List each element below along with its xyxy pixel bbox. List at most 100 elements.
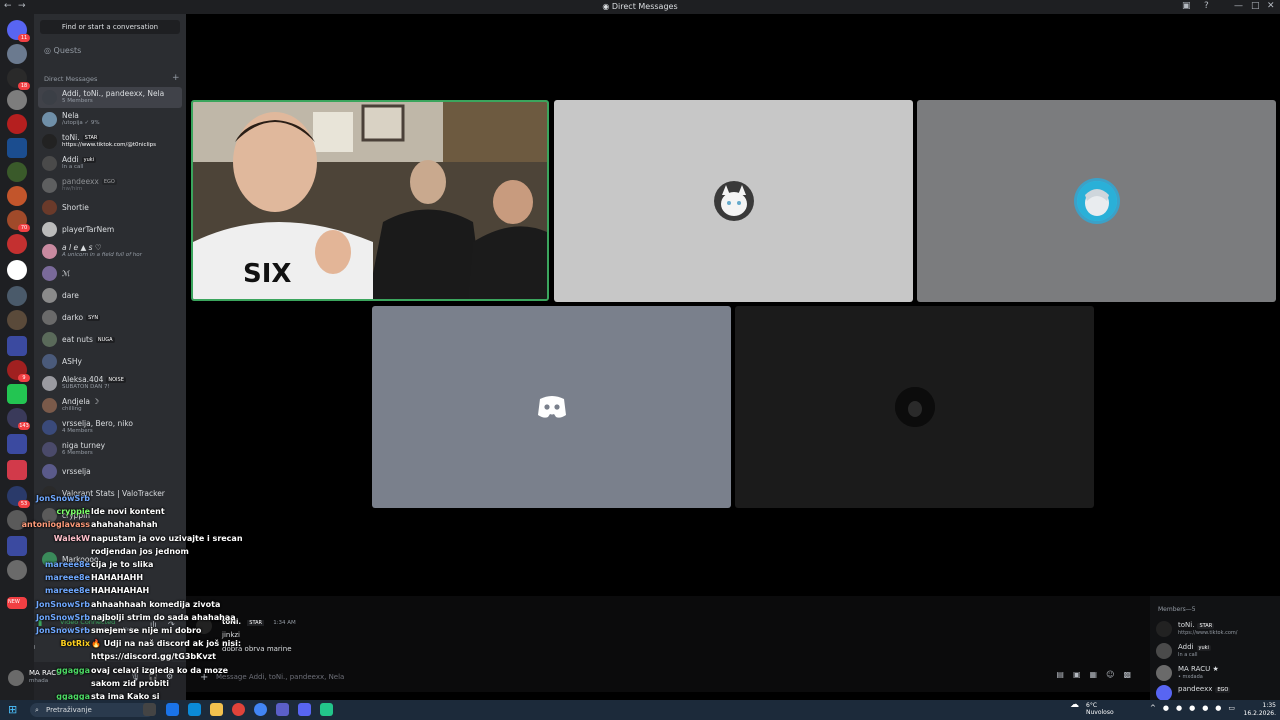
member-item[interactable]: toNi. STAR https://www.tiktok.com/ bbox=[1156, 618, 1280, 640]
create-dm-icon[interactable]: + bbox=[172, 73, 180, 83]
chrome-icon[interactable] bbox=[254, 703, 267, 716]
sticker-icon[interactable]: ▦ bbox=[1090, 670, 1107, 679]
avatar bbox=[42, 310, 57, 325]
clock[interactable]: 1:35 16.2.2026. bbox=[1238, 702, 1276, 718]
clan-tag: yuki bbox=[81, 157, 97, 163]
server-icon[interactable] bbox=[7, 460, 27, 480]
server-icon[interactable] bbox=[7, 90, 27, 110]
clan-tag: EGO bbox=[101, 179, 117, 185]
gift-icon[interactable]: ▤ bbox=[1056, 670, 1073, 679]
dm-item[interactable]: Addi yuki In a call bbox=[38, 153, 182, 174]
chat-username: BotRix bbox=[60, 639, 90, 649]
dm-item[interactable]: playerTarNem bbox=[38, 219, 182, 240]
member-item[interactable]: Addi yuki In a call bbox=[1156, 640, 1280, 662]
dm-home-icon[interactable]: 11 bbox=[7, 20, 30, 42]
server-icon[interactable] bbox=[7, 234, 27, 254]
avatar bbox=[1156, 643, 1172, 659]
chat-message-text: smejem se nije mi dobro bbox=[91, 626, 202, 635]
gif-icon[interactable]: ▣ bbox=[1073, 670, 1090, 679]
app-icon[interactable] bbox=[320, 703, 333, 716]
dm-item[interactable]: vrsselja bbox=[38, 461, 182, 482]
apps-icon[interactable]: ▩ bbox=[1123, 670, 1140, 679]
close-button[interactable]: ✕ bbox=[1267, 1, 1275, 11]
server-icon[interactable]: 70 bbox=[7, 210, 30, 232]
avatar bbox=[42, 156, 57, 171]
dm-item[interactable]: pandeexx EGO hw/him bbox=[38, 175, 182, 196]
inbox-icon[interactable]: ▣ bbox=[1182, 1, 1191, 11]
video-tile-participant[interactable] bbox=[554, 100, 913, 302]
server-icon[interactable]: 143 bbox=[7, 408, 30, 430]
video-tile-participant[interactable] bbox=[372, 306, 731, 508]
dm-item[interactable]: Andjela ☽ chilling bbox=[38, 395, 182, 416]
dm-item[interactable]: Nela /utopija ✓ 9% bbox=[38, 109, 182, 130]
help-icon[interactable]: ? bbox=[1204, 1, 1209, 11]
file-explorer-icon[interactable] bbox=[210, 703, 223, 716]
avatar bbox=[42, 244, 57, 259]
dm-item[interactable]: toNi. STAR https://www.tiktok.com/@t0nicl… bbox=[38, 131, 182, 152]
quests-link[interactable]: ◎ Quests bbox=[44, 46, 81, 55]
server-icon[interactable] bbox=[7, 310, 27, 330]
dm-item[interactable]: niga turney 6 Members bbox=[38, 439, 182, 460]
server-icon[interactable] bbox=[7, 44, 27, 64]
chat-message-text: lde novi kontent bbox=[91, 507, 165, 517]
dm-item[interactable]: dare bbox=[38, 285, 182, 306]
chat-message-text: napustam ja ovo uzivajte i srecan bbox=[91, 533, 243, 543]
edge-icon[interactable] bbox=[188, 703, 201, 716]
server-icon[interactable] bbox=[7, 162, 27, 182]
task-view-icon[interactable] bbox=[143, 703, 156, 716]
chat-username: JonSnowSrb bbox=[36, 599, 90, 609]
server-icon[interactable]: 18 bbox=[7, 68, 30, 90]
chat-message-text: sakom zid probiti bbox=[91, 678, 169, 688]
dm-item[interactable]: a l e ▲ s ♡ A unicorn in a field full of… bbox=[38, 241, 182, 262]
dm-item[interactable]: vrsselja, Bero, niko 4 Members bbox=[38, 417, 182, 438]
member-item[interactable]: MA RACU ★ • mxdada bbox=[1156, 662, 1280, 684]
emoji-icon[interactable]: ☺ bbox=[1106, 670, 1123, 679]
dm-item[interactable]: Shortie bbox=[38, 197, 182, 218]
dm-item[interactable]: ASHy bbox=[38, 351, 182, 372]
teams-icon[interactable] bbox=[276, 703, 289, 716]
avatar bbox=[42, 376, 57, 391]
forward-arrow-icon[interactable]: → bbox=[18, 1, 26, 11]
avatar bbox=[42, 266, 57, 281]
stream-chat-overlay: JonSnowSrb cryppie lde novi kontent antonio… bbox=[0, 494, 243, 716]
dm-item[interactable]: Addi, toNi., pandeexx, Nela 5 Members bbox=[38, 87, 182, 108]
video-tile-participant[interactable] bbox=[917, 100, 1276, 302]
back-arrow-icon[interactable]: ← bbox=[4, 1, 12, 11]
discord-icon[interactable] bbox=[298, 703, 311, 716]
opera-icon[interactable] bbox=[232, 703, 245, 716]
weather-widget[interactable]: ☁ 6°C Nuvoloso bbox=[1070, 701, 1114, 717]
folder-icon[interactable] bbox=[7, 336, 27, 356]
server-icon[interactable] bbox=[7, 186, 27, 206]
windows-start-icon[interactable]: ⊞ bbox=[8, 703, 17, 716]
app-icon[interactable] bbox=[166, 703, 179, 716]
text-chat-area: toNi. STAR 1:34 AM jinkzi dobra obrva ma… bbox=[186, 596, 1150, 692]
server-icon[interactable] bbox=[7, 260, 27, 280]
folder-icon[interactable] bbox=[7, 434, 27, 454]
chat-username: mareee8e bbox=[45, 560, 90, 569]
avatar bbox=[42, 354, 57, 369]
message-input[interactable]: Message Addi, toNi., pandeexx, Nela bbox=[216, 670, 1136, 684]
dm-header: Direct Messages bbox=[44, 75, 98, 83]
avatar bbox=[42, 332, 57, 347]
video-tile-participant[interactable] bbox=[735, 306, 1094, 508]
avatar bbox=[42, 464, 57, 479]
dm-item[interactable]: Aleksa.404 NOISE SUBATON DAN 7! bbox=[38, 373, 182, 394]
server-icon[interactable]: 9 bbox=[7, 360, 30, 382]
find-conversation-button[interactable]: Find or start a conversation bbox=[40, 20, 180, 34]
minimize-button[interactable]: — bbox=[1234, 1, 1243, 11]
server-icon[interactable] bbox=[7, 384, 27, 404]
chat-message-text: HAHAHAHAH bbox=[91, 586, 150, 596]
dm-item[interactable]: darko SYN bbox=[38, 307, 182, 328]
chat-message-text: cija je to slika bbox=[91, 560, 154, 569]
server-icon[interactable] bbox=[7, 114, 27, 134]
video-tile-camera[interactable]: SIX bbox=[191, 100, 549, 301]
chat-message-text: HAHAHAHH bbox=[91, 573, 144, 583]
chat-message-text: najbolji strim do sada ahahahaa bbox=[91, 612, 236, 622]
maximize-button[interactable]: □ bbox=[1251, 1, 1260, 11]
server-icon[interactable] bbox=[7, 138, 27, 158]
dm-item[interactable]: eat nuts NUGA bbox=[38, 329, 182, 350]
system-tray-icons[interactable]: ^●●●●●▭ bbox=[1150, 704, 1242, 712]
dm-item[interactable]: ℳ bbox=[38, 263, 182, 284]
taskbar-search[interactable]: ⌕ Pretraživanje bbox=[30, 703, 154, 717]
server-icon[interactable] bbox=[7, 286, 27, 306]
